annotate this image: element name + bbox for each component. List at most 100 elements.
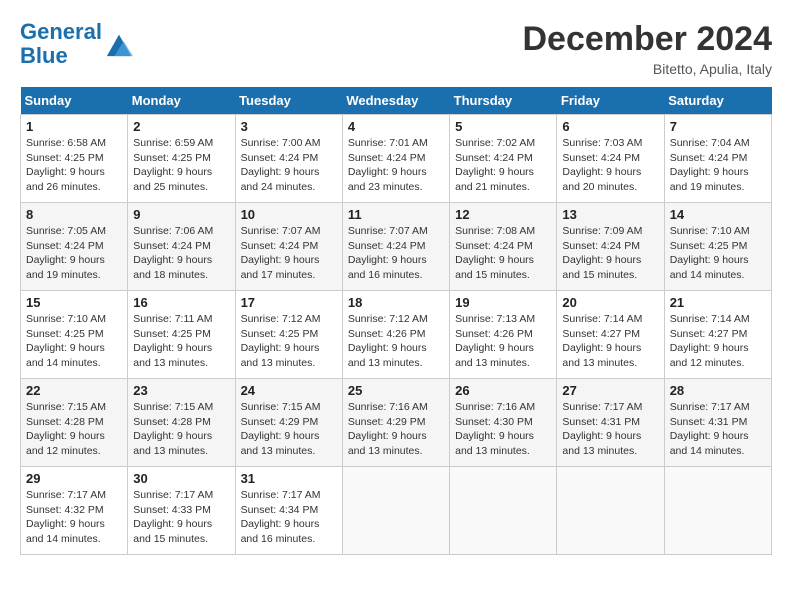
day-number: 6 (562, 119, 658, 134)
calendar-cell: 19 Sunrise: 7:13 AMSunset: 4:26 PMDayligh… (450, 291, 557, 379)
day-number: 11 (348, 207, 444, 222)
day-number: 2 (133, 119, 229, 134)
day-number: 16 (133, 295, 229, 310)
week-row-5: 29 Sunrise: 7:17 AMSunset: 4:32 PMDayligh… (21, 467, 772, 555)
weekday-header-friday: Friday (557, 87, 664, 115)
day-number: 15 (26, 295, 122, 310)
day-number: 26 (455, 383, 551, 398)
day-info: Sunrise: 7:12 AMSunset: 4:25 PMDaylight:… (241, 312, 337, 371)
day-number: 25 (348, 383, 444, 398)
calendar-cell: 4 Sunrise: 7:01 AMSunset: 4:24 PMDaylight… (342, 115, 449, 203)
day-info: Sunrise: 7:09 AMSunset: 4:24 PMDaylight:… (562, 224, 658, 283)
day-info: Sunrise: 7:17 AMSunset: 4:32 PMDaylight:… (26, 488, 122, 547)
day-number: 10 (241, 207, 337, 222)
day-number: 3 (241, 119, 337, 134)
day-number: 30 (133, 471, 229, 486)
week-row-3: 15 Sunrise: 7:10 AMSunset: 4:25 PMDayligh… (21, 291, 772, 379)
weekday-header-monday: Monday (128, 87, 235, 115)
calendar-cell: 22 Sunrise: 7:15 AMSunset: 4:28 PMDayligh… (21, 379, 128, 467)
day-info: Sunrise: 7:15 AMSunset: 4:28 PMDaylight:… (26, 400, 122, 459)
calendar-cell: 28Sunrise: 7:17 AMSunset: 4:31 PMDayligh… (664, 379, 771, 467)
calendar-cell: 30 Sunrise: 7:17 AMSunset: 4:33 PMDayligh… (128, 467, 235, 555)
weekday-header-tuesday: Tuesday (235, 87, 342, 115)
day-info: Sunrise: 7:14 AMSunset: 4:27 PMDaylight:… (562, 312, 658, 371)
day-number: 21 (670, 295, 766, 310)
calendar-cell: 26 Sunrise: 7:16 AMSunset: 4:30 PMDayligh… (450, 379, 557, 467)
calendar-cell: 11 Sunrise: 7:07 AMSunset: 4:24 PMDayligh… (342, 203, 449, 291)
title-area: December 2024 Bitetto, Apulia, Italy (522, 20, 772, 77)
location: Bitetto, Apulia, Italy (522, 61, 772, 77)
header: General Blue December 2024 Bitetto, Apul… (20, 20, 772, 77)
day-number: 22 (26, 383, 122, 398)
calendar-cell: 20Sunrise: 7:14 AMSunset: 4:27 PMDayligh… (557, 291, 664, 379)
calendar-cell: 16 Sunrise: 7:11 AMSunset: 4:25 PMDayligh… (128, 291, 235, 379)
day-number: 17 (241, 295, 337, 310)
day-info: Sunrise: 7:03 AMSunset: 4:24 PMDaylight:… (562, 136, 658, 195)
day-info: Sunrise: 7:00 AMSunset: 4:24 PMDaylight:… (241, 136, 337, 195)
day-number: 29 (26, 471, 122, 486)
day-number: 23 (133, 383, 229, 398)
calendar-cell (450, 467, 557, 555)
logo-icon (105, 30, 133, 58)
day-number: 12 (455, 207, 551, 222)
day-number: 18 (348, 295, 444, 310)
day-info: Sunrise: 7:13 AMSunset: 4:26 PMDaylight:… (455, 312, 551, 371)
weekday-header-thursday: Thursday (450, 87, 557, 115)
day-number: 24 (241, 383, 337, 398)
day-info: Sunrise: 7:12 AMSunset: 4:26 PMDaylight:… (348, 312, 444, 371)
calendar-cell: 3 Sunrise: 7:00 AMSunset: 4:24 PMDaylight… (235, 115, 342, 203)
calendar-cell (664, 467, 771, 555)
logo: General Blue (20, 20, 133, 68)
day-info: Sunrise: 7:07 AMSunset: 4:24 PMDaylight:… (241, 224, 337, 283)
week-row-4: 22 Sunrise: 7:15 AMSunset: 4:28 PMDayligh… (21, 379, 772, 467)
day-info: Sunrise: 7:06 AMSunset: 4:24 PMDaylight:… (133, 224, 229, 283)
day-number: 27 (562, 383, 658, 398)
day-info: Sunrise: 7:17 AMSunset: 4:34 PMDaylight:… (241, 488, 337, 547)
day-number: 7 (670, 119, 766, 134)
calendar-cell: 8 Sunrise: 7:05 AMSunset: 4:24 PMDaylight… (21, 203, 128, 291)
day-number: 19 (455, 295, 551, 310)
day-number: 8 (26, 207, 122, 222)
month-title: December 2024 (522, 20, 772, 59)
day-info: Sunrise: 7:10 AMSunset: 4:25 PMDaylight:… (670, 224, 766, 283)
week-row-1: 1Sunrise: 6:58 AMSunset: 4:25 PMDaylight… (21, 115, 772, 203)
weekday-header-wednesday: Wednesday (342, 87, 449, 115)
day-info: Sunrise: 7:14 AMSunset: 4:27 PMDaylight:… (670, 312, 766, 371)
weekday-header-saturday: Saturday (664, 87, 771, 115)
calendar-cell: 10 Sunrise: 7:07 AMSunset: 4:24 PMDayligh… (235, 203, 342, 291)
day-info: Sunrise: 7:11 AMSunset: 4:25 PMDaylight:… (133, 312, 229, 371)
day-number: 14 (670, 207, 766, 222)
calendar-cell: 9Sunrise: 7:06 AMSunset: 4:24 PMDaylight… (128, 203, 235, 291)
calendar-cell: 24 Sunrise: 7:15 AMSunset: 4:29 PMDayligh… (235, 379, 342, 467)
day-info: Sunrise: 7:02 AMSunset: 4:24 PMDaylight:… (455, 136, 551, 195)
logo-text: General Blue (20, 20, 102, 68)
day-info: Sunrise: 7:10 AMSunset: 4:25 PMDaylight:… (26, 312, 122, 371)
calendar-table: SundayMondayTuesdayWednesdayThursdayFrid… (20, 87, 772, 555)
weekday-header-sunday: Sunday (21, 87, 128, 115)
calendar-cell: 14 Sunrise: 7:10 AMSunset: 4:25 PMDayligh… (664, 203, 771, 291)
day-info: Sunrise: 7:17 AMSunset: 4:33 PMDaylight:… (133, 488, 229, 547)
calendar-cell: 7Sunrise: 7:04 AMSunset: 4:24 PMDaylight… (664, 115, 771, 203)
day-info: Sunrise: 7:15 AMSunset: 4:28 PMDaylight:… (133, 400, 229, 459)
day-info: Sunrise: 7:05 AMSunset: 4:24 PMDaylight:… (26, 224, 122, 283)
calendar-cell: 29 Sunrise: 7:17 AMSunset: 4:32 PMDayligh… (21, 467, 128, 555)
day-info: Sunrise: 7:17 AMSunset: 4:31 PMDaylight:… (670, 400, 766, 459)
day-info: Sunrise: 6:59 AMSunset: 4:25 PMDaylight:… (133, 136, 229, 195)
calendar-cell: 12Sunrise: 7:08 AMSunset: 4:24 PMDayligh… (450, 203, 557, 291)
day-number: 1 (26, 119, 122, 134)
day-number: 4 (348, 119, 444, 134)
calendar-cell: 15 Sunrise: 7:10 AMSunset: 4:25 PMDayligh… (21, 291, 128, 379)
day-info: Sunrise: 7:16 AMSunset: 4:30 PMDaylight:… (455, 400, 551, 459)
day-info: Sunrise: 7:16 AMSunset: 4:29 PMDaylight:… (348, 400, 444, 459)
calendar-cell: 23 Sunrise: 7:15 AMSunset: 4:28 PMDayligh… (128, 379, 235, 467)
calendar-cell: 21 Sunrise: 7:14 AMSunset: 4:27 PMDayligh… (664, 291, 771, 379)
day-info: Sunrise: 7:01 AMSunset: 4:24 PMDaylight:… (348, 136, 444, 195)
week-row-2: 8 Sunrise: 7:05 AMSunset: 4:24 PMDaylight… (21, 203, 772, 291)
calendar-cell: 5 Sunrise: 7:02 AMSunset: 4:24 PMDaylight… (450, 115, 557, 203)
weekday-header-row: SundayMondayTuesdayWednesdayThursdayFrid… (21, 87, 772, 115)
calendar-cell: 13Sunrise: 7:09 AMSunset: 4:24 PMDayligh… (557, 203, 664, 291)
calendar-cell: 1Sunrise: 6:58 AMSunset: 4:25 PMDaylight… (21, 115, 128, 203)
day-number: 5 (455, 119, 551, 134)
day-info: Sunrise: 7:07 AMSunset: 4:24 PMDaylight:… (348, 224, 444, 283)
day-info: Sunrise: 7:15 AMSunset: 4:29 PMDaylight:… (241, 400, 337, 459)
